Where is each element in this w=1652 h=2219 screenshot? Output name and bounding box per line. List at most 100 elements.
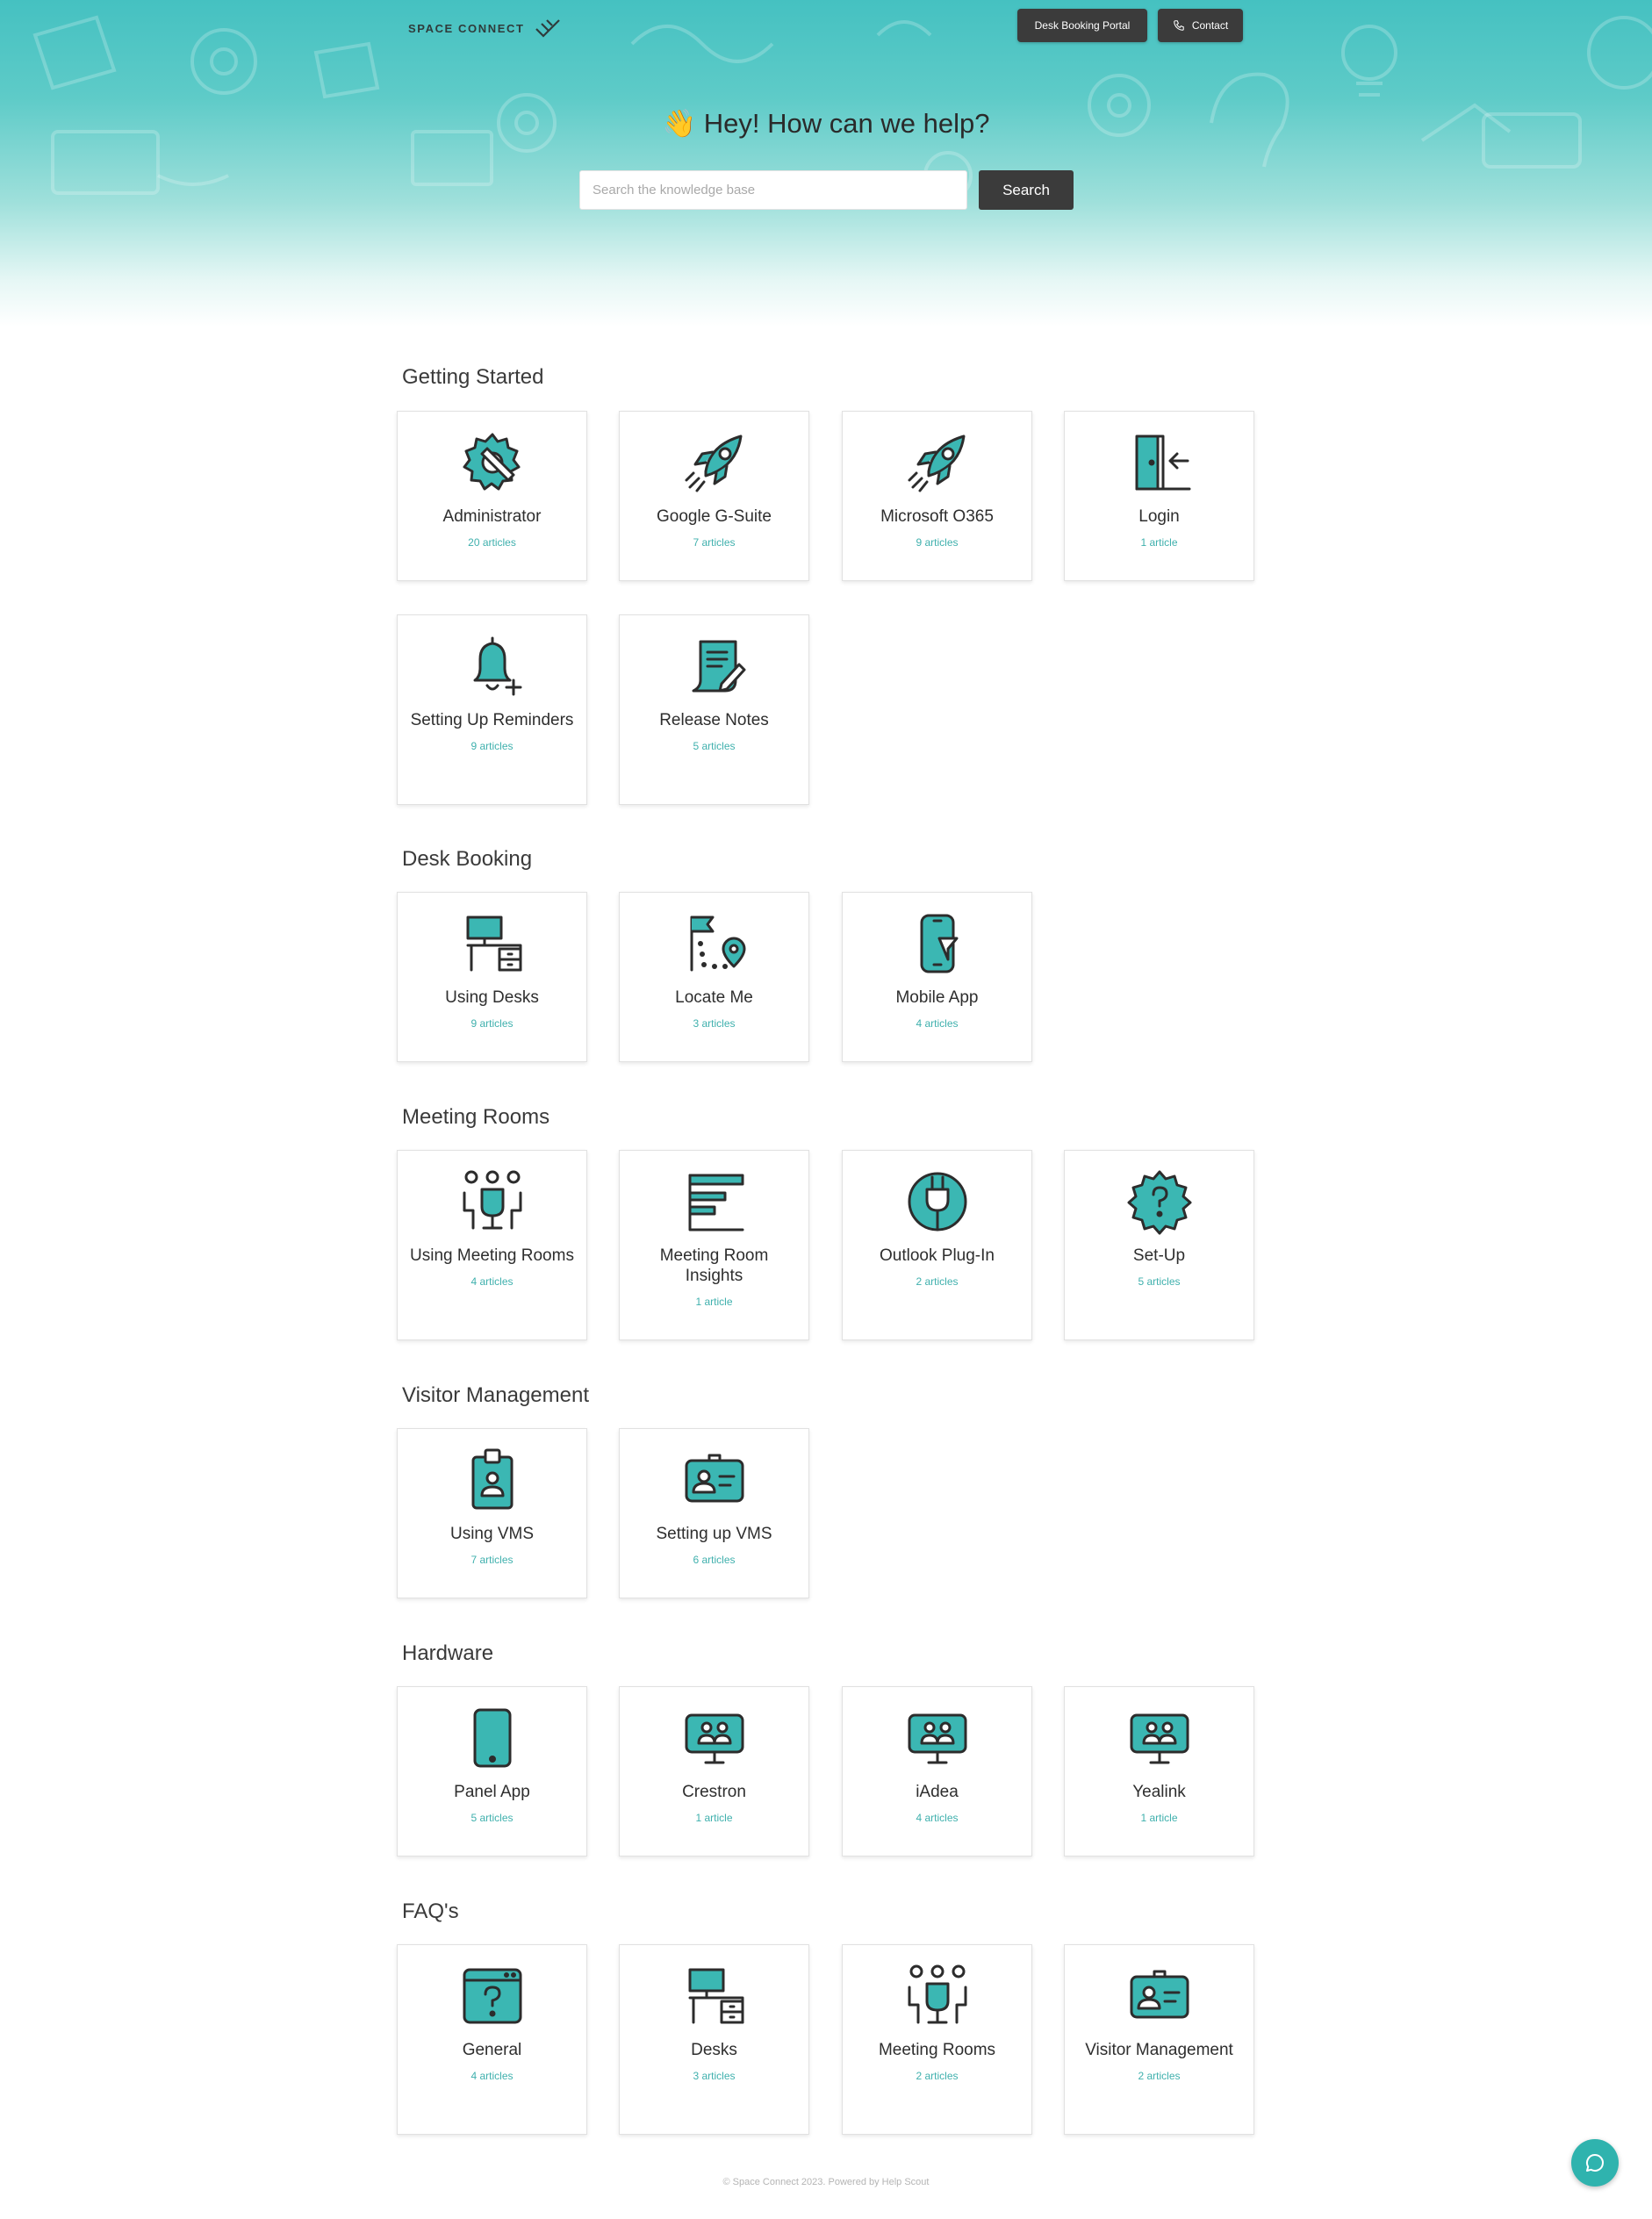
card-locate-me[interactable]: Locate Me 3 articles bbox=[619, 892, 809, 1062]
card-title: Yealink bbox=[1132, 1783, 1186, 1801]
help-beacon-button[interactable] bbox=[1571, 2139, 1619, 2187]
article-count: 7 articles bbox=[470, 1554, 514, 1566]
card-iadea[interactable]: iAdea 4 articles bbox=[842, 1686, 1032, 1856]
article-count: 1 article bbox=[695, 1812, 733, 1824]
search-button[interactable]: Search bbox=[979, 170, 1074, 210]
section-title-getting-started: Getting Started bbox=[402, 365, 544, 389]
headline-text: Hey! How can we help? bbox=[703, 108, 990, 139]
article-count: 5 articles bbox=[470, 1812, 514, 1824]
article-count: 1 article bbox=[1140, 1812, 1178, 1824]
card-title: Desks bbox=[691, 2041, 737, 2059]
card-setting-up-reminders[interactable]: Setting Up Reminders 9 articles bbox=[397, 614, 587, 805]
article-count: 2 articles bbox=[1138, 2070, 1181, 2082]
logo-mark-icon bbox=[535, 19, 560, 38]
brand-logo[interactable]: SPACE CONNECT bbox=[408, 16, 564, 40]
page-headline: 👋 Hey! How can we help? bbox=[0, 107, 1652, 140]
card-login[interactable]: Login 1 article bbox=[1064, 411, 1254, 581]
article-count: 1 article bbox=[695, 1296, 733, 1308]
card-mobile-app[interactable]: Mobile App 4 articles bbox=[842, 892, 1032, 1062]
card-setting-up-vms[interactable]: Setting up VMS 6 articles bbox=[619, 1428, 809, 1598]
article-count: 9 articles bbox=[470, 740, 514, 752]
article-count: 4 articles bbox=[916, 1812, 959, 1824]
card-title: Administrator bbox=[442, 507, 542, 526]
card-title: iAdea bbox=[916, 1783, 959, 1801]
bell-plus-icon bbox=[457, 631, 528, 701]
card-faq-visitor-management[interactable]: Visitor Management 2 articles bbox=[1064, 1944, 1254, 2135]
card-title: Using VMS bbox=[449, 1525, 535, 1543]
card-title: Mobile App bbox=[895, 988, 979, 1007]
gear-wrench-icon bbox=[457, 427, 528, 498]
card-panel-app[interactable]: Panel App 5 articles bbox=[397, 1686, 587, 1856]
card-title: Crestron bbox=[682, 1783, 746, 1801]
footer-text: © Space Connect 2023. Powered by Help Sc… bbox=[722, 2177, 930, 2187]
monitor-people-icon bbox=[1124, 1703, 1195, 1773]
article-count: 5 articles bbox=[1138, 1275, 1181, 1288]
hero-banner: SPACE CONNECT Desk Booking Portal Contac… bbox=[0, 0, 1652, 327]
article-count: 3 articles bbox=[693, 1017, 736, 1030]
card-title: Setting Up Reminders bbox=[410, 711, 574, 729]
article-count: 2 articles bbox=[916, 1275, 959, 1288]
search-input[interactable] bbox=[579, 170, 967, 210]
id-card-icon bbox=[679, 1445, 750, 1515]
card-title: Meeting Room Insights bbox=[659, 1246, 769, 1285]
card-using-meeting-rooms[interactable]: Using Meeting Rooms 4 articles bbox=[397, 1150, 587, 1340]
card-using-vms[interactable]: Using VMS 7 articles bbox=[397, 1428, 587, 1598]
article-count: 6 articles bbox=[693, 1554, 736, 1566]
card-desks[interactable]: Desks 3 articles bbox=[619, 1944, 809, 2135]
wave-emoji: 👋 bbox=[662, 108, 697, 139]
tablet-icon bbox=[457, 1703, 528, 1773]
card-release-notes[interactable]: Release Notes 5 articles bbox=[619, 614, 809, 805]
section-title-meeting-rooms: Meeting Rooms bbox=[402, 1105, 550, 1129]
desk-booking-portal-label: Desk Booking Portal bbox=[1034, 19, 1131, 32]
article-count: 2 articles bbox=[916, 2070, 959, 2082]
card-administrator[interactable]: Administrator 20 articles bbox=[397, 411, 587, 581]
card-title: Locate Me bbox=[675, 988, 753, 1007]
card-google-gsuite[interactable]: Google G-Suite 7 articles bbox=[619, 411, 809, 581]
card-title: Visitor Management bbox=[1085, 2041, 1233, 2059]
desk-icon bbox=[457, 908, 528, 979]
rocket-icon bbox=[679, 427, 750, 498]
card-yealink[interactable]: Yealink 1 article bbox=[1064, 1686, 1254, 1856]
monitor-people-icon bbox=[679, 1703, 750, 1773]
card-title: Panel App bbox=[454, 1783, 530, 1801]
meeting-people-icon bbox=[457, 1167, 528, 1237]
desk-icon bbox=[679, 1961, 750, 2031]
article-count: 3 articles bbox=[693, 2070, 736, 2082]
card-title: Microsoft O365 bbox=[880, 507, 994, 526]
card-meeting-room-insights[interactable]: Meeting Room Insights 1 article bbox=[619, 1150, 809, 1340]
mobile-app-icon bbox=[902, 908, 973, 979]
rocket-icon bbox=[902, 427, 973, 498]
article-count: 4 articles bbox=[916, 1017, 959, 1030]
card-title: General bbox=[462, 2041, 522, 2059]
article-count: 20 articles bbox=[468, 536, 516, 549]
article-count: 7 articles bbox=[693, 536, 736, 549]
logo-text: SPACE CONNECT bbox=[408, 21, 525, 35]
card-microsoft-o365[interactable]: Microsoft O365 9 articles bbox=[842, 411, 1032, 581]
chat-bubble-icon bbox=[1586, 2154, 1604, 2172]
card-faq-meeting-rooms[interactable]: Meeting Rooms 2 articles bbox=[842, 1944, 1032, 2135]
card-title: Login bbox=[1138, 507, 1180, 526]
card-crestron[interactable]: Crestron 1 article bbox=[619, 1686, 809, 1856]
id-badge-icon bbox=[457, 1445, 528, 1515]
card-using-desks[interactable]: Using Desks 9 articles bbox=[397, 892, 587, 1062]
insights-lines-icon bbox=[679, 1167, 750, 1237]
card-title: Using Desks bbox=[445, 988, 539, 1007]
card-title: Release Notes bbox=[659, 711, 769, 729]
id-card-icon bbox=[1124, 1961, 1195, 2031]
plug-icon bbox=[902, 1167, 973, 1237]
section-title-desk-booking: Desk Booking bbox=[402, 847, 533, 871]
card-outlook-plug-in[interactable]: Outlook Plug-In 2 articles bbox=[842, 1150, 1032, 1340]
card-set-up[interactable]: Set-Up 5 articles bbox=[1064, 1150, 1254, 1340]
card-title: Setting up VMS bbox=[656, 1525, 772, 1543]
meeting-people-icon bbox=[902, 1961, 973, 2031]
contact-button[interactable]: Contact bbox=[1158, 9, 1243, 42]
card-general[interactable]: General 4 articles bbox=[397, 1944, 587, 2135]
desk-booking-portal-button[interactable]: Desk Booking Portal bbox=[1017, 9, 1147, 42]
door-login-icon bbox=[1124, 427, 1195, 498]
gear-question-icon bbox=[1124, 1167, 1195, 1237]
article-count: 9 articles bbox=[916, 536, 959, 549]
card-title: Outlook Plug-In bbox=[880, 1246, 995, 1265]
contact-label: Contact bbox=[1191, 19, 1229, 32]
location-path-icon bbox=[679, 908, 750, 979]
card-title: Meeting Rooms bbox=[878, 2041, 996, 2059]
